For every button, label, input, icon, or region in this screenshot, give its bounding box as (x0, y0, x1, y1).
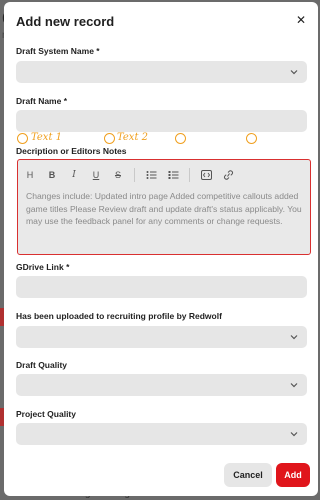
gdrive-link-label: GDrive Link * (16, 262, 70, 272)
gdrive-link-input[interactable] (16, 276, 307, 298)
chevron-down-icon (290, 430, 298, 438)
toolbar-divider (134, 168, 135, 182)
chevron-down-icon (290, 333, 298, 341)
annotation-circle (175, 133, 186, 144)
editor-toolbar: H B I U S (22, 164, 306, 186)
uploaded-recruiting-label: Has been uploaded to recruiting profile … (16, 311, 222, 321)
code-block-icon[interactable] (198, 167, 214, 183)
numbered-list-icon[interactable] (165, 167, 181, 183)
chevron-down-icon (290, 381, 298, 389)
description-editor[interactable]: H B I U S Changes include: Updated intro… (17, 159, 311, 255)
italic-button[interactable]: I (66, 167, 82, 183)
annotation-text-1: Text 1 (31, 132, 63, 143)
cancel-button[interactable]: Cancel (224, 463, 272, 487)
toolbar-divider (189, 168, 190, 182)
draft-name-label: Draft Name * (16, 96, 68, 106)
close-icon[interactable]: ✕ (296, 14, 306, 27)
draft-system-name-label: Draft System Name * (16, 46, 100, 56)
editor-content[interactable]: Changes include: Updated intro page Adde… (26, 190, 302, 228)
bold-button[interactable]: B (44, 167, 60, 183)
project-quality-label: Project Quality (16, 409, 76, 419)
annotation-circle (104, 133, 115, 144)
annotation-circle (17, 133, 28, 144)
heading-button[interactable]: H (22, 167, 38, 183)
underline-button[interactable]: U (88, 167, 104, 183)
modal-title: Add new record (16, 14, 115, 29)
annotation-circle (246, 133, 257, 144)
description-label: Decription or Editors Notes (16, 146, 127, 156)
uploaded-recruiting-select[interactable] (16, 326, 307, 348)
annotation-text-2: Text 2 (117, 132, 149, 143)
project-quality-select[interactable] (16, 423, 307, 445)
link-icon[interactable] (220, 167, 236, 183)
add-record-modal: Add new record ✕ Draft System Name * Dra… (4, 2, 318, 496)
strikethrough-button[interactable]: S (110, 167, 126, 183)
draft-quality-select[interactable] (16, 374, 307, 396)
draft-name-input[interactable] (16, 110, 307, 132)
bullet-list-icon[interactable] (143, 167, 159, 183)
add-button[interactable]: Add (276, 463, 310, 487)
draft-quality-label: Draft Quality (16, 360, 68, 370)
chevron-down-icon (290, 68, 298, 76)
draft-system-name-select[interactable] (16, 61, 307, 83)
